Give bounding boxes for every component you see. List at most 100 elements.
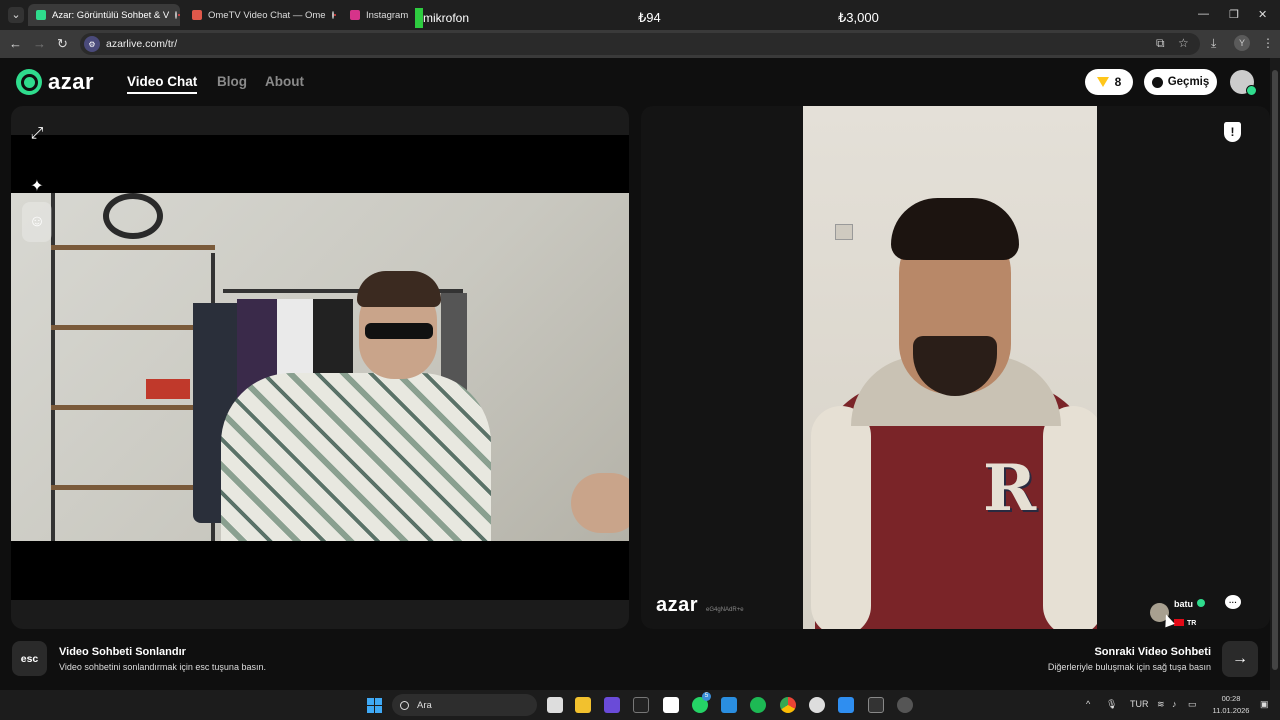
- instagram-favicon-icon: [350, 10, 360, 20]
- history-label: Geçmiş: [1167, 76, 1210, 88]
- search-placeholder: Ara: [417, 699, 432, 711]
- reload-icon[interactable]: ↻: [57, 36, 68, 52]
- wifi-icon[interactable]: ≋: [1157, 699, 1165, 710]
- next-chat-hint: Diğerleriyle buluşmak için sağ tuşa bası…: [1047, 662, 1211, 672]
- face-filter-icon[interactable]: ☺: [22, 202, 52, 242]
- taskbar-search[interactable]: Ara: [392, 694, 537, 716]
- gem-balance-button[interactable]: 8: [1085, 69, 1133, 95]
- verified-badge-icon: [1197, 599, 1205, 607]
- report-shield-icon[interactable]: !: [1224, 122, 1241, 142]
- notifications-icon[interactable]: ▣: [1260, 699, 1269, 710]
- clock-date: 11.01.2026: [1212, 706, 1250, 715]
- person-hand: [571, 473, 629, 533]
- expand-icon[interactable]: ⤢: [21, 118, 53, 150]
- chat-controls-footer: esc Video Sohbeti Sonlandır Video sohbet…: [0, 629, 1270, 690]
- spotify-icon[interactable]: [750, 697, 766, 713]
- local-camera-feed: [11, 193, 629, 541]
- mic-level-bar: [415, 8, 423, 28]
- sparkle-effects-icon[interactable]: ✦: [21, 170, 53, 202]
- local-video-panel: ⤢ ✦ ☺: [11, 106, 629, 629]
- tab-title: Instagram: [366, 9, 409, 21]
- mic-overlay-label: mikrofon: [423, 11, 470, 25]
- vscode-icon[interactable]: [721, 697, 737, 713]
- cube-app-icon[interactable]: [868, 697, 884, 713]
- nav-video-chat[interactable]: Video Chat: [127, 74, 198, 94]
- windows-start-icon[interactable]: [367, 698, 382, 713]
- tab-ometv[interactable]: OmeTV Video Chat — Ome ✕: [184, 4, 336, 26]
- partner-info[interactable]: batu TR: [1150, 594, 1205, 629]
- back-icon[interactable]: ←: [9, 36, 22, 51]
- shelf-board: [51, 485, 215, 490]
- browser-tab-strip: ⌄ Azar: Görüntülü Sohbet & V ✕ OmeTV Vid…: [0, 0, 1280, 30]
- steering-wheel: [103, 193, 163, 239]
- wall-switch: [835, 224, 853, 240]
- gem-count: 8: [1114, 75, 1122, 89]
- todo-icon[interactable]: [838, 697, 854, 713]
- user-profile-icon[interactable]: [1230, 70, 1257, 96]
- install-app-icon[interactable]: ⧉: [1156, 36, 1165, 51]
- sunglasses: [365, 323, 433, 339]
- chatgpt-icon[interactable]: [809, 697, 825, 713]
- azar-logo-icon: [16, 69, 42, 95]
- azar-favicon-icon: [36, 10, 46, 20]
- downloads-icon[interactable]: ⤓: [1211, 36, 1216, 51]
- chat-bubble-icon[interactable]: ···: [1225, 595, 1241, 609]
- notion-icon[interactable]: [663, 697, 679, 713]
- recording-indicator-icon: [175, 11, 180, 19]
- shelf-board: [51, 245, 215, 250]
- scrollbar-thumb[interactable]: [1272, 70, 1278, 670]
- tab-instagram[interactable]: Instagram: [342, 4, 412, 26]
- file-explorer-icon[interactable]: [575, 697, 591, 713]
- app-header: azar Video Chat Blog About 8 Geçmiş: [0, 58, 1270, 106]
- person-hair: [891, 198, 1019, 260]
- nav-blog[interactable]: Blog: [217, 74, 247, 89]
- gem-icon: [1096, 77, 1109, 87]
- url-text: azarlive.com/tr/: [106, 38, 178, 50]
- tab-title: Azar: Görüntülü Sohbet & V: [52, 9, 170, 21]
- whatsapp-badge: 5: [702, 692, 711, 701]
- obs-icon[interactable]: [897, 697, 913, 713]
- microphone-tray-icon[interactable]: 🎙: [1106, 699, 1117, 710]
- ometv-favicon-icon: [192, 10, 202, 20]
- volume-icon[interactable]: ♪: [1172, 699, 1177, 709]
- person-hair: [357, 271, 441, 307]
- history-button[interactable]: Geçmiş: [1144, 69, 1217, 95]
- remote-camera-feed: R: [803, 106, 1097, 629]
- bookmark-star-icon[interactable]: ☆: [1178, 36, 1189, 50]
- minimize-icon[interactable]: —: [1198, 8, 1209, 20]
- language-indicator[interactable]: TUR: [1130, 699, 1149, 709]
- shelf-board: [51, 325, 215, 330]
- task-view-icon[interactable]: [547, 697, 563, 713]
- battery-icon[interactable]: ▭: [1188, 699, 1197, 710]
- tray-chevron-icon[interactable]: ^: [1086, 699, 1090, 709]
- watermark-logo: azar: [656, 594, 699, 616]
- forward-icon[interactable]: →: [33, 36, 46, 51]
- end-chat-title: Video Sohbeti Sonlandır: [59, 646, 186, 658]
- logo-wordmark: azar: [48, 69, 95, 94]
- jacket-sleeve: [1043, 406, 1097, 629]
- apple-tv-icon[interactable]: [633, 697, 649, 713]
- partner-name: batu: [1174, 599, 1193, 609]
- tab-list-chevron-icon[interactable]: ⌄: [8, 7, 24, 23]
- store-app-icon[interactable]: [604, 697, 620, 713]
- nav-about[interactable]: About: [265, 74, 304, 89]
- search-icon: [400, 700, 409, 710]
- page-scrollbar[interactable]: [1270, 58, 1280, 690]
- tab-azar[interactable]: Azar: Görüntülü Sohbet & V ✕: [28, 4, 180, 26]
- next-chat-arrow-button[interactable]: →: [1222, 641, 1258, 677]
- system-clock[interactable]: 00:28 11.01.2026: [1208, 693, 1254, 717]
- address-bar[interactable]: ⚙ azarlive.com/tr/: [80, 33, 1200, 55]
- jacket-sleeve: [811, 406, 871, 629]
- site-info-icon[interactable]: ⚙: [84, 36, 100, 52]
- chrome-icon[interactable]: [780, 697, 796, 713]
- profile-avatar[interactable]: Y: [1234, 35, 1250, 51]
- tab-title: OmeTV Video Chat — Ome: [208, 9, 326, 21]
- browser-menu-icon[interactable]: ⋮: [1262, 36, 1274, 50]
- clock-icon: [1151, 76, 1163, 88]
- azar-logo[interactable]: azar: [16, 69, 94, 95]
- local-video-frame: [11, 135, 629, 600]
- end-chat-key[interactable]: esc: [12, 641, 47, 676]
- window-close-icon[interactable]: ✕: [1258, 8, 1267, 21]
- turkey-flag-icon: [1174, 619, 1184, 626]
- maximize-icon[interactable]: ❐: [1229, 8, 1239, 21]
